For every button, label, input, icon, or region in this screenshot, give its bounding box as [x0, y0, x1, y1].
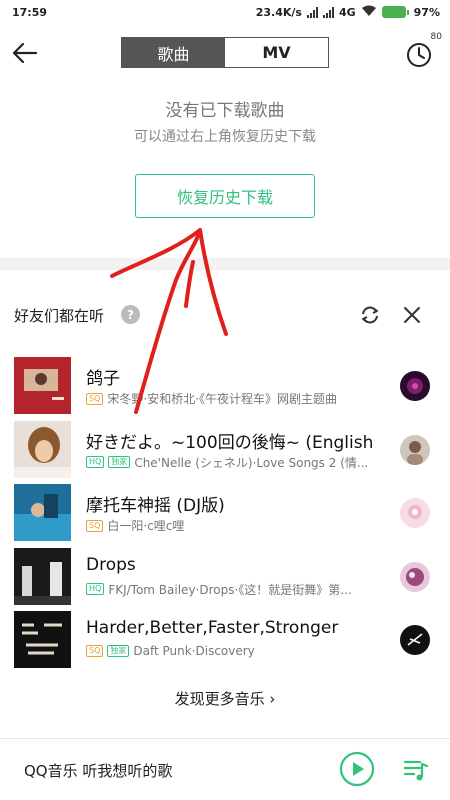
song-meta: HQ FKJ/Tom Bailey·Drops·《这！就是街舞》第... [86, 581, 386, 598]
signal-icon [306, 6, 318, 18]
song-meta: SQ 独家 Daft Punk·Discovery [86, 644, 386, 658]
song-title: 好きだよ。~100回の後悔~ (English [86, 432, 374, 453]
song-row[interactable]: 鸽子 SQ 宋冬野·安和桥北·《午夜计程车》网剧主题曲 [0, 354, 450, 418]
discover-more-link[interactable]: 发现更多音乐 › [0, 688, 450, 709]
restore-history-button[interactable]: 恢复历史下载 [135, 174, 315, 218]
song-artist-album: 白一阳·c哩c哩 [107, 519, 185, 533]
song-artist-album: 宋冬野·安和桥北·《午夜计程车》网剧主题曲 [107, 392, 338, 406]
song-meta: SQ 白一阳·c哩c哩 [86, 517, 386, 534]
quality-tag: HQ [86, 583, 105, 595]
tab-songs[interactable]: 歌曲 [122, 38, 225, 67]
song-row[interactable]: 好きだよ。~100回の後悔~ (English HQ 独家 Che'Nelle … [0, 418, 450, 482]
friends-section-header: 好友们都在听 ? [0, 300, 450, 330]
album-cover [14, 484, 71, 541]
back-arrow-icon [12, 42, 38, 64]
song-meta: HQ 独家 Che'Nelle (シェネル)·Love Songs 2 (情..… [86, 454, 386, 471]
back-button[interactable] [8, 36, 42, 70]
empty-subtitle: 可以通过右上角恢复历史下载 [134, 129, 316, 145]
net-speed: 23.4K/s [255, 5, 302, 19]
exclusive-tag: 独家 [108, 456, 131, 468]
network-type: 4G [338, 5, 356, 19]
album-cover [14, 547, 71, 605]
quality-tag: SQ [86, 519, 104, 532]
close-icon[interactable] [400, 303, 424, 327]
song-title: 鸽子 [86, 369, 120, 389]
friend-avatar[interactable] [400, 625, 430, 655]
song-list: 鸽子 SQ 宋冬野·安和桥北·《午夜计程车》网剧主题曲 好きだよ。~100回の後… [0, 354, 450, 672]
tab-mv[interactable]: MV [225, 38, 328, 67]
friend-avatar[interactable] [400, 434, 430, 465]
song-row[interactable]: Drops HQ FKJ/Tom Bailey·Drops·《这！就是街舞》第.… [0, 545, 450, 609]
signal-icon-2 [322, 6, 334, 18]
song-artist-album: Daft Punk·Discovery [133, 644, 255, 658]
album-cover [14, 420, 71, 478]
playlist-icon [403, 760, 429, 781]
friend-avatar[interactable] [400, 498, 430, 528]
section-title: 好友们都在听 [14, 307, 105, 325]
empty-title: 没有已下载歌曲 [165, 101, 285, 121]
song-row[interactable]: 摩托车神摇 (DJ版) SQ 白一阳·c哩c哩 [0, 481, 450, 545]
song-title: Drops [86, 554, 136, 575]
status-time: 17:59 [12, 5, 48, 19]
quality-tag: HQ [86, 456, 105, 468]
play-icon [339, 751, 375, 787]
song-artist-album: Che'Nelle (シェネル)·Love Songs 2 (情... [134, 455, 369, 470]
exclusive-tag: 独家 [107, 645, 130, 657]
song-row[interactable]: Harder,Better,Faster,Stronger SQ 独家 Daft… [0, 608, 450, 672]
section-divider [0, 258, 450, 270]
album-cover [14, 611, 71, 668]
playlist-button[interactable] [402, 756, 430, 784]
play-button[interactable] [339, 751, 375, 787]
album-cover [14, 357, 71, 414]
refresh-icon[interactable] [358, 303, 382, 327]
wifi-icon [361, 5, 377, 20]
song-artist-album: FKJ/Tom Bailey·Drops·《这！就是街舞》第... [108, 582, 352, 597]
timer-button[interactable]: 80 [404, 32, 442, 70]
song-title: Harder,Better,Faster,Stronger [86, 618, 339, 638]
player-bar: QQ音乐 听我想听的歌 [0, 738, 450, 800]
help-icon[interactable]: ? [121, 305, 140, 324]
battery-icon [381, 6, 409, 18]
quality-tag: SQ [86, 392, 104, 405]
quality-tag: SQ [86, 645, 104, 657]
song-title: 摩托车神摇 (DJ版) [86, 496, 225, 516]
header: 歌曲 MV 80 [0, 24, 450, 80]
status-bar: 17:59 23.4K/s 4G 97% [0, 0, 450, 24]
song-meta: SQ 宋冬野·安和桥北·《午夜计程车》网剧主题曲 [86, 390, 386, 407]
friend-avatar[interactable] [400, 371, 430, 401]
player-text[interactable]: QQ音乐 听我想听的歌 [24, 760, 172, 781]
timer-badge: 80 [430, 32, 442, 42]
friend-avatar[interactable] [400, 561, 430, 592]
battery-level: 97% [413, 5, 440, 19]
status-indicators: 23.4K/s 4G 97% [256, 5, 440, 20]
segment-control: 歌曲 MV [121, 37, 329, 68]
